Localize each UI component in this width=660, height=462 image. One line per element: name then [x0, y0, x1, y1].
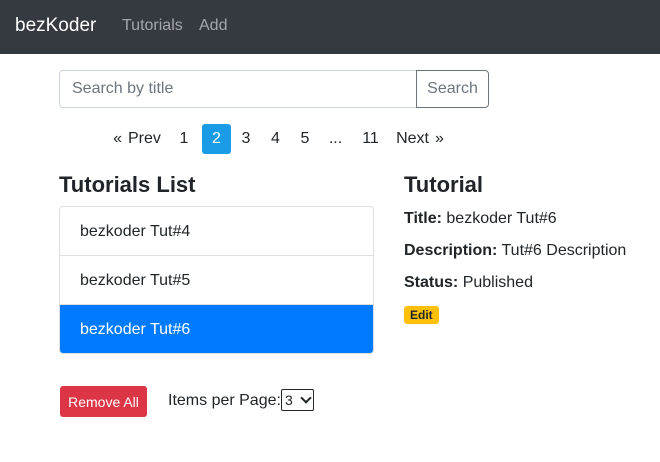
page-4[interactable]: 4: [261, 124, 290, 154]
page-1[interactable]: 1: [166, 124, 202, 154]
nav-link-tutorials[interactable]: Tutorials: [122, 17, 183, 35]
detail-status-row: Status: Published: [404, 274, 533, 292]
navbar: bezKoder Tutorials Add: [0, 0, 660, 54]
detail-status-label: Status:: [404, 274, 459, 291]
page-11[interactable]: 11: [351, 124, 390, 154]
detail-title-row: Title: bezkoder Tut#6: [404, 210, 557, 228]
list-item[interactable]: bezkoder Tut#5: [60, 256, 373, 305]
next-arrow: »: [435, 130, 444, 147]
page-ellipsis: ...: [328, 130, 343, 147]
nav-link-add[interactable]: Add: [199, 17, 227, 35]
remove-all-button[interactable]: Remove All: [60, 386, 147, 417]
page-prev-label: Prev: [128, 130, 161, 147]
items-per-page-select[interactable]: 3: [281, 389, 314, 411]
detail-title-label: Title:: [404, 210, 442, 227]
edit-badge-link[interactable]: Edit: [404, 306, 439, 324]
items-per-page-label: Items per Page:: [168, 392, 281, 409]
brand-link[interactable]: bezKoder: [15, 15, 96, 37]
list-item[interactable]: bezkoder Tut#4: [60, 207, 373, 256]
list-item-selected[interactable]: bezkoder Tut#6: [60, 305, 373, 353]
page-prev[interactable]: « Prev: [102, 124, 166, 154]
detail-status-value: Published: [462, 274, 533, 291]
detail-title-value: bezkoder Tut#6: [446, 210, 557, 227]
page-2-active[interactable]: 2: [202, 124, 231, 154]
items-per-page-value: 3: [285, 392, 293, 408]
tutorials-list-title: Tutorials List: [59, 172, 196, 197]
page-next-label: Next: [396, 130, 429, 147]
page-3[interactable]: 3: [231, 124, 261, 154]
search-input[interactable]: [59, 70, 417, 108]
prev-arrow: «: [113, 130, 122, 147]
detail-description-label: Description:: [404, 242, 498, 259]
detail-description-row: Description: Tut#6 Description: [404, 242, 626, 260]
page-5[interactable]: 5: [290, 124, 320, 154]
detail-description-value: Tut#6 Description: [501, 242, 627, 259]
search-group: Search: [59, 70, 489, 108]
tutorial-detail-title: Tutorial: [404, 172, 484, 197]
chevron-down-icon: [300, 392, 312, 404]
tutorials-list: bezkoder Tut#4 bezkoder Tut#5 bezkoder T…: [59, 206, 374, 354]
page-next[interactable]: Next »: [390, 124, 456, 154]
search-button[interactable]: Search: [416, 70, 489, 108]
pagination: « Prev 1 2 3 4 5 ... 11 Next »: [102, 124, 456, 154]
